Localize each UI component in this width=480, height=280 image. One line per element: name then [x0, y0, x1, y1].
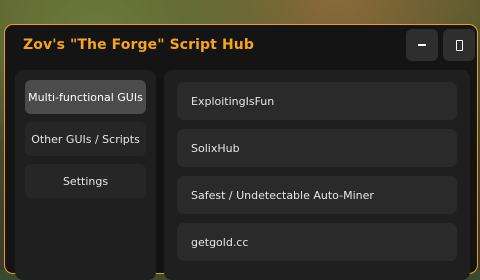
script-item-auto-miner[interactable]: Safest / Undetectable Auto-Miner	[177, 176, 457, 214]
script-item-solixhub[interactable]: SolixHub	[177, 129, 457, 167]
script-item-exploitingisfun[interactable]: ExploitingIsFun	[177, 82, 457, 120]
script-item-label: ExploitingIsFun	[191, 94, 275, 108]
maximize-icon	[455, 39, 463, 51]
sidebar-item-label: Settings	[62, 174, 109, 188]
window-title: Zov's "The Forge" Script Hub	[23, 37, 254, 53]
sidebar: Multi-functional GUIs Other GUIs / Scrip…	[15, 70, 156, 280]
sidebar-item-other-guis-scripts[interactable]: Other GUIs / Scripts	[25, 122, 146, 156]
script-item-label: Safest / Undetectable Auto-Miner	[191, 188, 374, 202]
script-item-label: getgold.cc	[191, 235, 249, 249]
sidebar-item-label: Multi-functional GUIs	[28, 90, 143, 104]
sidebar-item-settings[interactable]: Settings	[25, 164, 146, 198]
script-item-getgold[interactable]: getgold.cc	[177, 223, 457, 261]
sidebar-item-multi-functional-guis[interactable]: Multi-functional GUIs	[25, 80, 146, 114]
maximize-button[interactable]	[443, 29, 475, 61]
minus-icon	[418, 44, 426, 46]
script-item-label: SolixHub	[191, 141, 240, 155]
script-hub-window: Zov's "The Forge" Script Hub Multi-funct…	[4, 24, 478, 280]
script-list-panel: ExploitingIsFun SolixHub Safest / Undete…	[164, 70, 470, 280]
minimize-button[interactable]	[406, 29, 438, 61]
sidebar-item-label: Other GUIs / Scripts	[31, 132, 140, 146]
